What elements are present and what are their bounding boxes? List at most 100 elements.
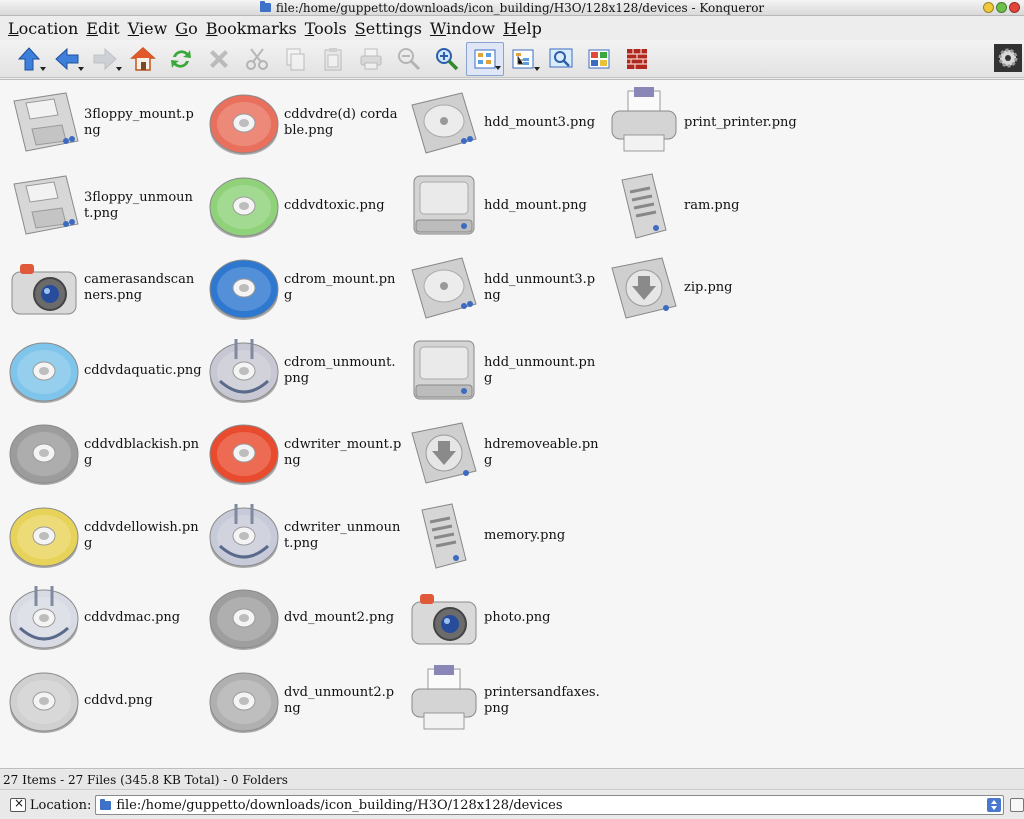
- icon-view-button[interactable]: [466, 41, 504, 76]
- file-item-dvd-unmount2-png[interactable]: dvd_unmount2.png: [206, 660, 406, 742]
- file-item-zip-png[interactable]: zip.png: [606, 247, 806, 329]
- file-item-cdrom-unmount-png[interactable]: cdrom_unmount.png: [206, 330, 406, 412]
- up-button[interactable]: [10, 42, 48, 76]
- file-name: cddvdre(d) cordable.png: [284, 107, 398, 138]
- back-button[interactable]: [48, 42, 86, 76]
- menu-location[interactable]: Location: [4, 19, 82, 38]
- memory-icon: [406, 498, 482, 574]
- file-name: cdrom_mount.png: [284, 272, 396, 303]
- file-item-dvd-mount2-png[interactable]: dvd_mount2.png: [206, 577, 406, 659]
- zoom-out-icon: [398, 47, 421, 70]
- file-name: photo.png: [484, 610, 551, 625]
- forward-arrow-icon: [93, 47, 117, 70]
- location-input[interactable]: file:/home/guppetto/downloads/icon_build…: [95, 795, 1005, 815]
- minimize-button[interactable]: [983, 2, 994, 13]
- file-item-cdwriter-unmount-png[interactable]: cdwriter_unmount.png: [206, 495, 406, 577]
- location-bar: Location: file:/home/guppetto/downloads/…: [0, 791, 1024, 819]
- multicolumn-view-icon: [588, 49, 610, 68]
- back-arrow-icon: [55, 47, 79, 70]
- menu-window[interactable]: Window: [426, 19, 499, 38]
- file-icon-view[interactable]: 3floppy_mount.png 3floppy_unmount.png came…: [0, 79, 1024, 769]
- file-item-cddvdre-d-cordable-png[interactable]: cddvdre(d) cordable.png: [206, 82, 406, 164]
- removable-icon: [406, 415, 482, 491]
- file-item-camerasandscanners-png[interactable]: camerasandscanners.png: [6, 247, 206, 329]
- file-name: cdrom_unmount.png: [284, 354, 396, 386]
- menu-go[interactable]: Go: [171, 19, 201, 38]
- close-button[interactable]: [1009, 2, 1020, 13]
- file-item-memory-png[interactable]: memory.png: [406, 495, 606, 577]
- file-item-hdd-unmount-png[interactable]: hdd_unmount.png: [406, 330, 606, 412]
- stop-button[interactable]: [200, 42, 238, 76]
- maximize-button[interactable]: [996, 2, 1007, 13]
- title-bar[interactable]: file:/home/guppetto/downloads/icon_build…: [0, 0, 1024, 16]
- file-item-ram-png[interactable]: ram.png: [606, 165, 806, 247]
- file-item-cdwriter-mount-png[interactable]: cdwriter_mount.png: [206, 412, 406, 494]
- file-item-hdd-unmount3-png[interactable]: hdd_unmount3.png: [406, 247, 606, 329]
- menu-bar: Location Edit View Go Bookmarks Tools Settings…: [0, 16, 1024, 40]
- file-name: hdd_unmount.png: [484, 354, 596, 386]
- copy-button[interactable]: [276, 42, 314, 76]
- multicolumn-view-button[interactable]: [580, 42, 618, 76]
- menu-edit[interactable]: Edit: [82, 19, 123, 38]
- window-title-text: file:/home/guppetto/downloads/icon_build…: [275, 0, 765, 15]
- firewall-button[interactable]: [618, 42, 656, 76]
- paste-button[interactable]: [314, 42, 352, 76]
- file-item-cdrom-mount-png[interactable]: cdrom_mount.png: [206, 247, 406, 329]
- cut-button[interactable]: [238, 42, 276, 76]
- tree-view-button[interactable]: [504, 42, 542, 76]
- file-name: cdwriter_unmount.png: [284, 519, 401, 551]
- preview-button[interactable]: [542, 42, 580, 76]
- file-name: hdd_mount.png: [484, 197, 587, 213]
- disc-icon: [6, 333, 82, 409]
- file-name: cddvdmac.png: [84, 610, 181, 625]
- file-item-printersandfaxes-png[interactable]: printersandfaxes.png: [406, 660, 606, 742]
- file-item-cddvdellowish-png[interactable]: cddvdellowish.png: [6, 495, 206, 577]
- camera-icon: [406, 580, 482, 656]
- file-item-cddvdtoxic-png[interactable]: cddvdtoxic.png: [206, 165, 406, 247]
- zoom-in-button[interactable]: [428, 42, 466, 76]
- file-name: cddvdaquatic.png: [84, 362, 202, 378]
- file-item-cddvdaquatic-png[interactable]: cddvdaquatic.png: [6, 330, 206, 412]
- file-item-hdremoveable-png[interactable]: hdremoveable.png: [406, 412, 606, 494]
- file-item-print-printer-png[interactable]: print_printer.png: [606, 82, 806, 164]
- zoom-in-icon: [436, 47, 459, 70]
- up-arrow-icon: [17, 46, 41, 70]
- hdd3-icon: [406, 85, 482, 161]
- file-item-3floppy-unmount-png[interactable]: 3floppy_unmount.png: [6, 165, 206, 247]
- file-item-cddvdblackish-png[interactable]: cddvdblackish.png: [6, 412, 206, 494]
- clear-location-icon[interactable]: [10, 796, 26, 812]
- floppy-icon: [6, 168, 82, 244]
- print-button[interactable]: [352, 42, 390, 76]
- forward-button[interactable]: [86, 42, 124, 76]
- floppy-icon: [6, 85, 82, 161]
- file-item-photo-png[interactable]: photo.png: [406, 577, 606, 659]
- window-title: file:/home/guppetto/downloads/icon_build…: [259, 0, 765, 15]
- file-item-3floppy-mount-png[interactable]: 3floppy_mount.png: [6, 82, 206, 164]
- menu-view[interactable]: View: [124, 19, 172, 38]
- zoom-out-button[interactable]: [390, 42, 428, 76]
- reload-button[interactable]: [162, 42, 200, 76]
- cut-icon: [246, 47, 268, 70]
- file-item-cddvd-png[interactable]: cddvd.png: [6, 660, 206, 742]
- firewall-icon: [627, 48, 647, 69]
- disc-icon: [6, 663, 82, 739]
- file-name: cddvdellowish.png: [84, 519, 199, 551]
- home-button[interactable]: [124, 42, 162, 76]
- file-item-hdd-mount3-png[interactable]: hdd_mount3.png: [406, 82, 606, 164]
- location-value: file:/home/guppetto/downloads/icon_build…: [116, 797, 563, 813]
- go-button[interactable]: [1010, 798, 1024, 812]
- menu-settings[interactable]: Settings: [351, 19, 426, 38]
- file-name: ram.png: [684, 197, 740, 213]
- file-name: printersandfaxes.png: [484, 684, 600, 716]
- menu-help[interactable]: Help: [499, 19, 546, 38]
- stop-icon: [210, 49, 228, 68]
- history-dropdown-icon[interactable]: [987, 798, 1002, 812]
- main-toolbar: [0, 40, 1024, 78]
- file-item-cddvdmac-png[interactable]: cddvdmac.png: [6, 577, 206, 659]
- discplug-icon: [206, 498, 282, 574]
- file-item-hdd-mount-png[interactable]: hdd_mount.png: [406, 165, 606, 247]
- discplug-icon: [206, 333, 282, 409]
- menu-bookmarks[interactable]: Bookmarks: [202, 19, 301, 38]
- discplug-icon: [6, 580, 82, 656]
- menu-tools[interactable]: Tools: [301, 19, 351, 38]
